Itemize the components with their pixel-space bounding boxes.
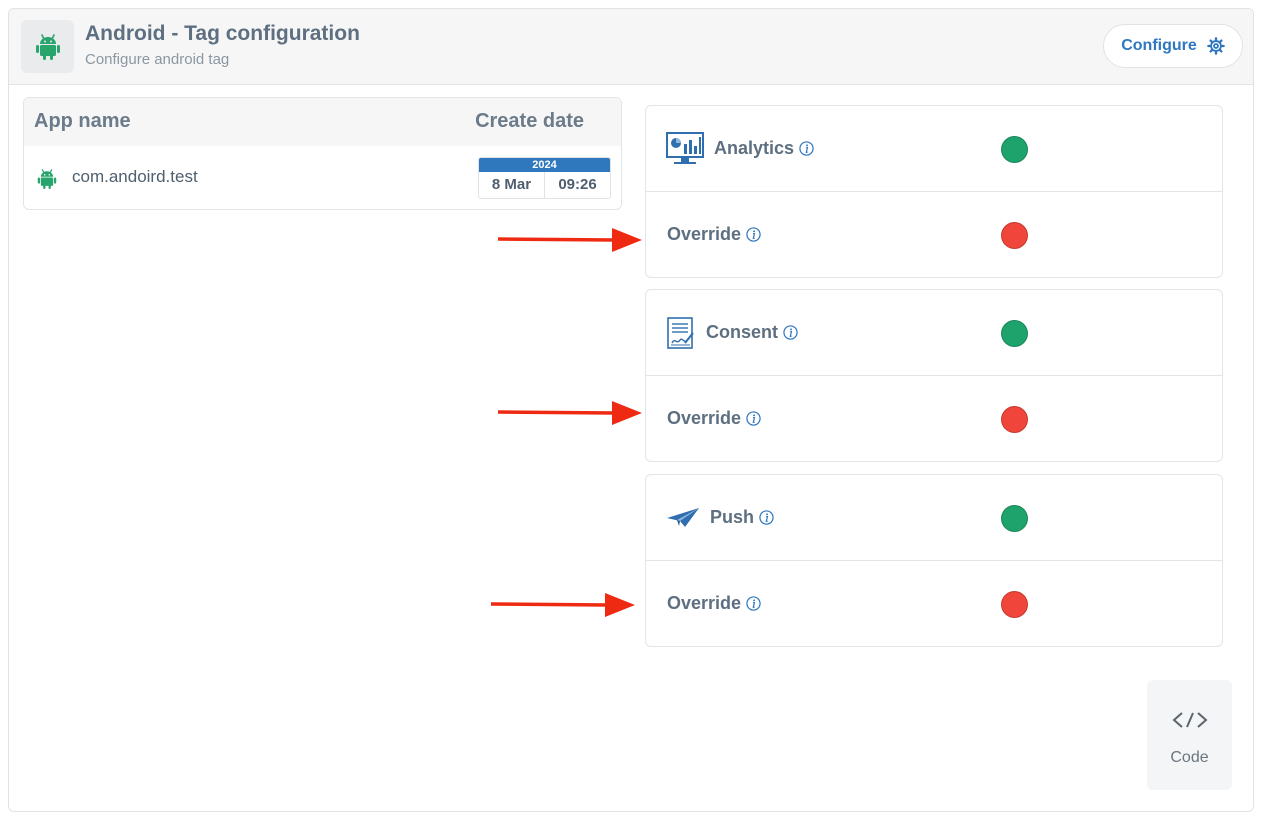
android-icon — [21, 20, 74, 73]
analytics-dashboard-icon — [666, 132, 704, 171]
override-label: Override — [667, 224, 742, 244]
code-label: Code — [1170, 749, 1209, 766]
override-row: Override — [646, 376, 1222, 462]
info-icon[interactable] — [746, 596, 761, 611]
consent-label: Consent — [706, 322, 778, 342]
configure-button[interactable]: Configure — [1103, 24, 1243, 68]
android-icon — [37, 168, 57, 195]
date-day: 8 Mar — [479, 172, 545, 198]
column-header-create-date: Create date — [475, 110, 584, 132]
status-indicator-enabled[interactable] — [1001, 320, 1028, 347]
override-row: Override — [646, 561, 1222, 647]
override-label-group: Override — [667, 593, 761, 614]
push-row: Push — [646, 475, 1222, 561]
panel-header: Android - Tag configuration Configure an… — [9, 9, 1253, 85]
annotation-arrow — [497, 401, 642, 425]
page-title: Android - Tag configuration — [85, 22, 360, 45]
analytics-card: Analytics Override — [645, 105, 1223, 278]
push-label: Push — [710, 507, 755, 527]
status-indicator-disabled[interactable] — [1001, 406, 1028, 433]
table-header: App name Create date — [24, 98, 621, 146]
push-card: Push Override — [645, 474, 1223, 647]
code-icon — [1172, 712, 1208, 728]
page-subtitle: Configure android tag — [85, 51, 230, 68]
status-indicator-enabled[interactable] — [1001, 505, 1028, 532]
consent-row: Consent — [646, 290, 1222, 376]
apps-table: App name Create date com.andoird.test 20… — [23, 97, 622, 210]
analytics-label: Analytics — [714, 138, 795, 158]
date-time: 09:26 — [558, 176, 597, 193]
table-row[interactable]: com.andoird.test 2024 8 Mar 09:26 — [24, 146, 621, 209]
annotation-arrow — [497, 228, 642, 252]
create-date-badge: 2024 8 Mar 09:26 — [478, 157, 611, 199]
info-icon[interactable] — [759, 510, 774, 525]
annotation-arrow — [490, 593, 635, 617]
feature-label: Push — [710, 507, 774, 528]
status-indicator-enabled[interactable] — [1001, 136, 1028, 163]
info-icon[interactable] — [799, 141, 814, 156]
info-icon[interactable] — [783, 325, 798, 340]
paper-plane-icon — [666, 507, 700, 534]
override-label: Override — [667, 593, 742, 613]
info-icon[interactable] — [746, 411, 761, 426]
feature-label: Consent — [706, 322, 798, 343]
info-icon[interactable] — [746, 227, 761, 242]
consent-card: Consent Override — [645, 289, 1223, 462]
status-indicator-disabled[interactable] — [1001, 222, 1028, 249]
column-header-app-name: App name — [34, 110, 131, 132]
configure-label: Configure — [1121, 37, 1197, 54]
override-row: Override — [646, 192, 1222, 278]
app-name[interactable]: com.andoird.test — [72, 167, 198, 187]
analytics-row: Analytics — [646, 106, 1222, 192]
override-label-group: Override — [667, 224, 761, 245]
consent-document-icon — [666, 316, 696, 355]
override-label: Override — [667, 408, 742, 428]
code-button[interactable]: Code — [1147, 680, 1232, 790]
date-year: 2024 — [479, 158, 610, 172]
feature-label: Analytics — [714, 138, 814, 159]
override-label-group: Override — [667, 408, 761, 429]
gear-icon — [1206, 37, 1225, 55]
status-indicator-disabled[interactable] — [1001, 591, 1028, 618]
